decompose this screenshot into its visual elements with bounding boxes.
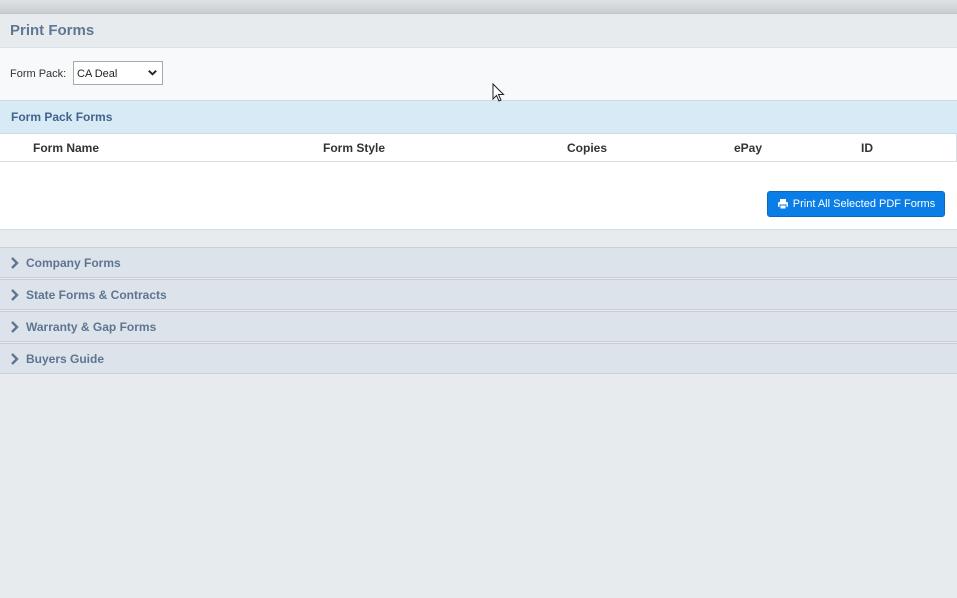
form-pack-row: Form Pack: CA Deal bbox=[0, 48, 957, 100]
column-form-name: Form Name bbox=[33, 141, 100, 155]
section-gap bbox=[0, 231, 957, 247]
top-strip bbox=[0, 0, 957, 14]
column-id: ID bbox=[861, 141, 873, 155]
printer-icon bbox=[777, 199, 788, 210]
chevron-down-icon bbox=[148, 70, 157, 76]
forms-table-header: Form Name Form Style Copies ePay ID bbox=[0, 134, 957, 162]
chevron-right-icon bbox=[11, 257, 19, 269]
page-title: Print Forms bbox=[10, 22, 95, 39]
forms-accordion: Company Forms State Forms & Contracts Wa… bbox=[0, 247, 957, 375]
column-epay: ePay bbox=[734, 141, 763, 155]
accordion-state-forms[interactable]: State Forms & Contracts bbox=[0, 279, 957, 310]
print-all-button-label: Print All Selected PDF Forms bbox=[792, 198, 936, 210]
chevron-right-icon bbox=[11, 289, 19, 301]
accordion-label: Buyers Guide bbox=[26, 352, 105, 366]
chevron-right-icon bbox=[11, 353, 19, 365]
form-pack-label: Form Pack: bbox=[10, 68, 67, 80]
page-header: Print Forms bbox=[0, 14, 957, 48]
accordion-warranty-gap-forms[interactable]: Warranty & Gap Forms bbox=[0, 311, 957, 342]
forms-table-body: Print All Selected PDF Forms bbox=[0, 162, 957, 230]
form-pack-forms-title: Form Pack Forms bbox=[11, 110, 113, 124]
accordion-label: Company Forms bbox=[26, 256, 121, 270]
chevron-right-icon bbox=[11, 321, 19, 333]
form-pack-select-value: CA Deal bbox=[77, 68, 118, 80]
accordion-company-forms[interactable]: Company Forms bbox=[0, 247, 957, 278]
accordion-label: State Forms & Contracts bbox=[26, 288, 167, 302]
column-form-style: Form Style bbox=[323, 141, 386, 155]
print-all-button[interactable]: Print All Selected PDF Forms bbox=[767, 191, 945, 217]
form-pack-forms-header: Form Pack Forms bbox=[0, 100, 957, 134]
form-pack-select[interactable]: CA Deal bbox=[73, 61, 163, 85]
mouse-pointer-icon bbox=[492, 83, 505, 102]
accordion-buyers-guide[interactable]: Buyers Guide bbox=[0, 343, 957, 374]
accordion-label: Warranty & Gap Forms bbox=[26, 320, 157, 334]
column-copies: Copies bbox=[567, 141, 608, 155]
